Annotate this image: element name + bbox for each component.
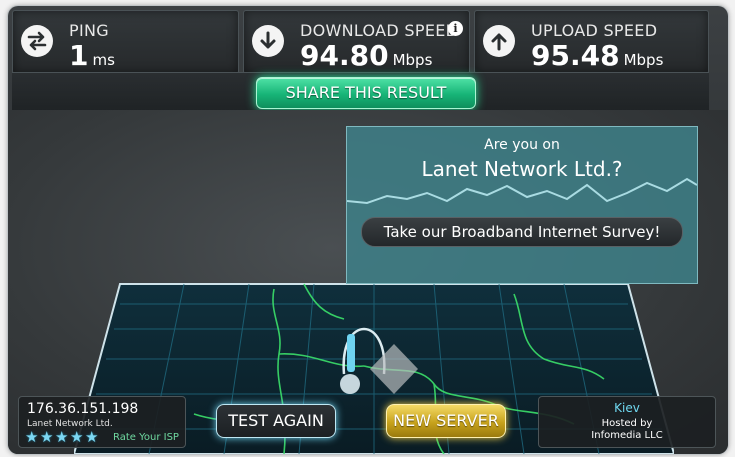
hosted-by-label: Hosted by (601, 418, 653, 429)
download-value: 94.80 Mbps (300, 39, 432, 72)
ping-number: 1 (69, 39, 89, 72)
client-info: 176.36.151.198 Lanet Network Ltd. ★ ★ ★ … (18, 396, 186, 448)
info-icon[interactable]: i (448, 21, 463, 36)
download-unit: Mbps (392, 51, 433, 69)
ping-arrows-icon (21, 25, 53, 57)
ping-value: 1 ms (69, 39, 115, 72)
survey-decor-graph (347, 177, 697, 205)
rate-isp-link[interactable]: Rate Your ISP (113, 432, 179, 443)
upload-arrow-icon (483, 25, 515, 57)
client-ip: 176.36.151.198 (27, 401, 139, 417)
upload-unit: Mbps (623, 51, 664, 69)
download-arrow-icon (252, 25, 284, 57)
ping-label: PING (69, 21, 109, 40)
share-result-button[interactable]: SHARE THIS RESULT (256, 77, 476, 109)
metrics-bar: PING 1 ms DOWNLOAD SPEED i 94.80 Mbps UPLO… (12, 10, 709, 74)
upload-metric: UPLOAD SPEED 95.48 Mbps (474, 10, 709, 74)
star-icon[interactable]: ★ (85, 430, 100, 445)
upload-number: 95.48 (531, 39, 620, 72)
upload-value: 95.48 Mbps (531, 39, 663, 72)
star-icon[interactable]: ★ (25, 430, 40, 445)
star-icon[interactable]: ★ (40, 430, 55, 445)
ping-unit: ms (92, 51, 115, 69)
test-again-button[interactable]: TEST AGAIN (216, 404, 336, 438)
download-metric: DOWNLOAD SPEED i 94.80 Mbps (243, 10, 470, 74)
isp-rating-stars[interactable]: ★ ★ ★ ★ ★ (25, 430, 100, 445)
star-icon[interactable]: ★ (55, 430, 70, 445)
ping-metric: PING 1 ms (12, 10, 239, 74)
share-bar: SHARE THIS RESULT (12, 72, 709, 111)
download-label: DOWNLOAD SPEED (300, 21, 459, 40)
survey-question: Are you on (484, 137, 560, 153)
server-info: Kiev Hosted by Infomedia LLC (538, 396, 716, 448)
star-icon[interactable]: ★ (70, 430, 85, 445)
new-server-button[interactable]: NEW SERVER (386, 404, 506, 438)
upload-label: UPLOAD SPEED (531, 21, 658, 40)
host-name: Infomedia LLC (591, 430, 663, 441)
server-city: Kiev (614, 401, 640, 415)
speedtest-panel: PING 1 ms DOWNLOAD SPEED i 94.80 Mbps UPLO… (8, 6, 728, 454)
broadband-survey-button[interactable]: Take our Broadband Internet Survey! (361, 217, 683, 247)
download-number: 94.80 (300, 39, 389, 72)
isp-survey-panel: Are you on Lanet Network Ltd.? Take our … (346, 126, 698, 284)
